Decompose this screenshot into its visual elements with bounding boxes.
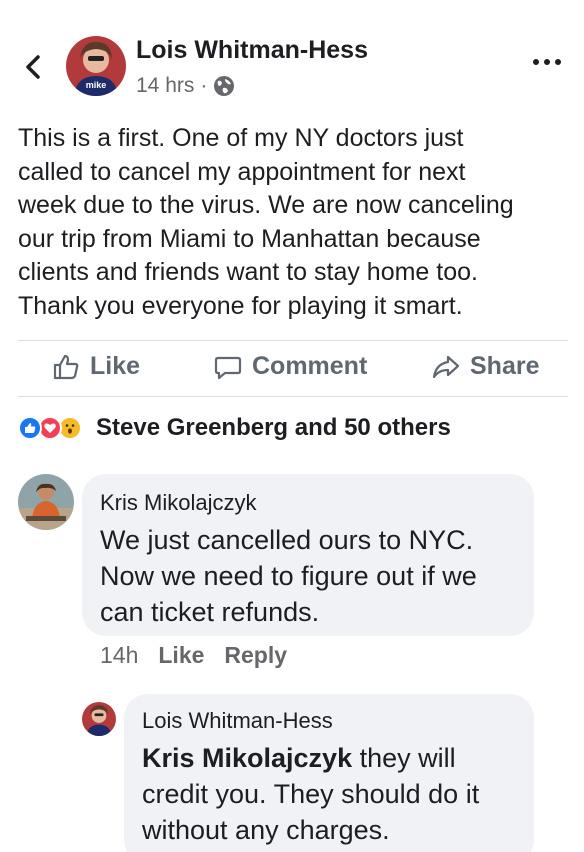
reaction-icons xyxy=(18,414,88,442)
post-timestamp[interactable]: 14 hrs xyxy=(136,74,194,98)
comment-button[interactable]: Comment xyxy=(214,352,367,381)
comment-label: Comment xyxy=(252,352,368,380)
post-body-text: This is a first. One of my NY doctors ju… xyxy=(18,124,514,320)
reply-text: Kris Mikolajczyk they will credit you. T… xyxy=(142,740,532,848)
meta-separator: · xyxy=(200,74,208,97)
thumbs-up-icon xyxy=(53,354,79,379)
post-meta: 14 hrs · xyxy=(136,74,235,98)
reply-mention[interactable]: Kris Mikolajczyk xyxy=(142,743,352,773)
reactions-summary-text: Steve Greenberg and 50 others xyxy=(96,414,451,441)
back-arrow-icon[interactable] xyxy=(20,52,46,82)
author-avatar[interactable]: mike xyxy=(66,36,126,96)
divider-top xyxy=(18,340,568,341)
comment-author-name[interactable]: Kris Mikolajczyk xyxy=(100,490,256,516)
comment-meta: 14h Like Reply xyxy=(100,642,287,669)
comment-bubble: Kris Mikolajczyk We just cancelled ours … xyxy=(82,474,534,636)
reactions-summary[interactable]: Steve Greenberg and 50 others xyxy=(18,414,451,442)
comment-text: We just cancelled ours to NYC. Now we ne… xyxy=(100,525,477,627)
reply-text-first-line: they will xyxy=(352,743,456,773)
avatar-logo-text: mike xyxy=(86,80,107,90)
post-action-bar: Like Comment Share xyxy=(18,342,568,396)
comment-like-link[interactable]: Like xyxy=(158,642,204,669)
like-label: Like xyxy=(90,352,141,380)
share-button[interactable]: Share xyxy=(432,352,539,381)
reply-bubble: Lois Whitman-Hess Kris Mikolajczyk they … xyxy=(124,694,534,852)
like-button[interactable]: Like xyxy=(52,352,140,381)
divider-bottom xyxy=(18,396,568,397)
more-options-icon[interactable] xyxy=(532,56,562,68)
comment-reply-link[interactable]: Reply xyxy=(224,642,287,669)
globe-icon xyxy=(214,76,235,96)
post-author-name[interactable]: Lois Whitman-Hess xyxy=(136,36,368,65)
post-header: mike Lois Whitman-Hess 14 hrs · xyxy=(0,30,584,106)
comment-timestamp[interactable]: 14h xyxy=(100,642,138,669)
share-label: Share xyxy=(470,352,540,380)
commenter-avatar[interactable] xyxy=(18,474,74,530)
reply-author-avatar[interactable] xyxy=(82,702,116,736)
reply-text-rest: credit you. They should do it without an… xyxy=(142,779,480,845)
reply-author-name[interactable]: Lois Whitman-Hess xyxy=(142,708,333,734)
like-reaction-icon xyxy=(18,416,42,440)
comment-bubble-icon xyxy=(214,356,242,379)
share-arrow-icon xyxy=(432,355,460,378)
